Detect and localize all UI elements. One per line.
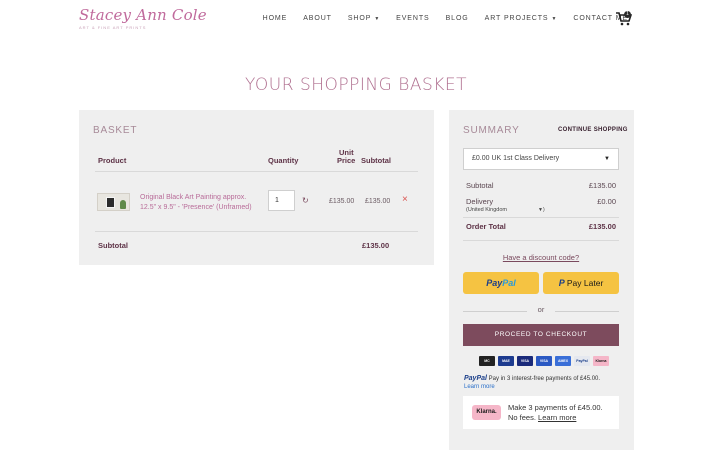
summary-subtotal-label: Subtotal [466,181,494,190]
nav-shop[interactable]: SHOP ▼ [348,15,380,22]
divider [463,240,619,241]
summary-title: SUMMARY [463,125,520,136]
paypal-logo-b: Pal [502,278,516,288]
nav-home[interactable]: HOME [263,15,288,22]
order-total-value: £135.00 [588,222,616,231]
site-header: Stacey Ann Cole ART & FINE ART PRINTS HO… [0,0,720,42]
mastercard-icon: MC [479,356,495,366]
chevron-down-icon: ▼ [604,156,610,162]
divider [463,217,619,218]
divider [555,311,619,312]
nav-blog-label: BLOG [445,15,469,22]
continue-shopping-link[interactable]: CONTINUE SHOPPING [558,127,628,133]
site-logo[interactable]: Stacey Ann Cole ART & FINE ART PRINTS [79,6,207,36]
visa-electron-icon: VISA [536,356,552,366]
country-value: (United Kingdom [466,207,507,213]
logo-tagline: ART & FINE ART PRINTS [79,25,147,30]
chevron-down-icon: ▼) [538,207,545,213]
paypal-logo: PayPal [464,375,487,382]
product-thumbnail[interactable] [97,193,130,211]
nav-about-label: ABOUT [303,15,332,22]
quantity-input[interactable]: 1 [268,190,295,211]
plant-image [120,200,126,209]
basket-subtotal-value: £135.00 [362,241,390,250]
paypal-card-icon: PayPal [574,356,590,366]
divider [95,171,418,172]
delivery-label: Delivery [466,197,494,206]
nav-events-label: EVENTS [396,15,430,22]
basket-subtotal-label: Subtotal [98,241,128,250]
unit-price: £135.00 [329,198,355,205]
paypal-logo-a: Pay [486,278,503,288]
nav-blog[interactable]: BLOG [446,15,469,22]
nav-shop-label: SHOP [347,15,372,22]
chevron-down-icon: ▼ [374,16,381,22]
nav-events[interactable]: EVENTS [396,15,429,22]
nav-art-projects-label: ART PROJECTS [484,15,549,22]
klarna-card-icon: Klarna [593,356,609,366]
visa-icon: VISA [517,356,533,366]
klarna-logo: Klarna. [472,405,501,420]
cart-count-badge: 1 [624,11,631,18]
col-quantity: Quantity [268,156,299,165]
country-select[interactable]: (United Kingdom ▼) [466,207,546,213]
chevron-down-icon: ▼ [551,16,558,22]
maestro-icon: MAE [498,356,514,366]
paypal-message-text: Pay in 3 interest-free payments of £45.0… [488,376,601,382]
paylater-button[interactable]: P Pay Later [543,272,619,294]
divider [95,231,418,232]
discount-code-link[interactable]: Have a discount code? [463,253,619,262]
paypal-button[interactable]: PayPal [463,272,539,294]
paypal-message: PayPal Pay in 3 interest-free payments o… [464,375,624,391]
nav-art-projects[interactable]: ART PROJECTS ▼ [485,15,558,22]
main-nav: HOME ABOUT SHOP ▼ EVENTS BLOG ART PROJECT… [247,15,628,22]
col-product: Product [98,156,127,165]
refresh-icon[interactable]: ↻ [302,196,309,205]
nav-about[interactable]: ABOUT [303,15,332,22]
basket-title: BASKET [93,125,138,136]
remove-item-icon[interactable]: × [402,194,408,205]
line-subtotal: £135.00 [365,198,391,205]
amex-icon: AMEX [555,356,571,366]
proceed-to-checkout-button[interactable]: PROCEED TO CHECKOUT [463,324,619,346]
or-separator: or [537,305,545,314]
col-unit-price-2: Price [337,156,356,165]
klarna-learn-more-link[interactable]: Learn more [538,413,576,422]
klarna-message: Klarna. Make 3 payments of £45.00. No fe… [463,396,619,429]
paylater-label: Pay Later [566,278,604,288]
delivery-value: £0.00 [597,197,616,206]
painting-image [106,197,115,208]
delivery-select[interactable]: £0.00 UK 1st Class Delivery ▼ [463,148,619,170]
order-total-label: Order Total [466,222,506,231]
nav-home-label: HOME [262,15,288,22]
page-title: YOUR SHOPPING BASKET [244,75,468,95]
delivery-select-value: £0.00 UK 1st Class Delivery [472,155,560,162]
paypal-learn-more-link[interactable]: Learn more [464,384,495,390]
col-subtotal: Subtotal [361,156,391,165]
paypal-p-icon: P [558,278,565,288]
logo-script: Stacey Ann Cole [79,6,207,24]
country-close: ) [542,207,545,213]
klarna-text-block: Make 3 payments of £45.00. No fees. Lear… [508,403,614,423]
summary-subtotal-value: £135.00 [588,181,616,190]
payment-cards: MC MAE VISA VISA AMEX PayPal Klarna [479,356,609,366]
product-name-link[interactable]: Original Black Art Painting approx. 12.5… [140,193,260,212]
